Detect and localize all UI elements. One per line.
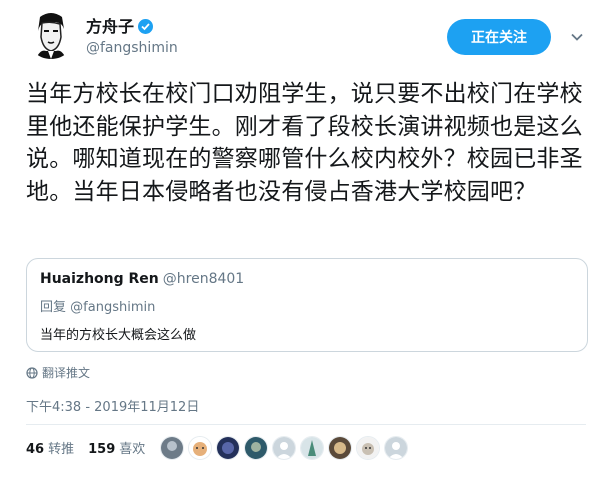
author-handle[interactable]: @fangshimin bbox=[86, 40, 178, 56]
liker-avatar[interactable] bbox=[160, 436, 184, 460]
quoted-text: 当年的方校长大概会这么做 bbox=[40, 328, 197, 343]
translate-label[interactable]: 翻译推文 bbox=[42, 364, 90, 381]
reply-prefix: 回复 bbox=[40, 300, 67, 315]
following-button[interactable]: 正在关注 bbox=[447, 19, 551, 55]
retweets-count[interactable]: 46 bbox=[26, 442, 44, 457]
reply-mention: @fangshimin bbox=[70, 300, 156, 315]
quoted-author-handle: @hren8401 bbox=[162, 271, 245, 287]
divider bbox=[26, 424, 586, 425]
quoted-tweet[interactable]: Huaizhong Ren @hren8401 回复 @fangshimin 当年… bbox=[26, 258, 588, 352]
likes-stat[interactable]: 159 喜欢 bbox=[88, 438, 145, 457]
liker-avatar[interactable] bbox=[272, 436, 296, 460]
likes-count[interactable]: 159 bbox=[88, 442, 115, 457]
liker-avatar[interactable] bbox=[328, 436, 352, 460]
quoted-reply-line: 回复 @fangshimin bbox=[40, 296, 155, 315]
quoted-author-name: Huaizhong Ren bbox=[40, 271, 159, 287]
author-avatar[interactable] bbox=[26, 9, 76, 59]
liker-avatar[interactable] bbox=[300, 436, 324, 460]
quoted-author: Huaizhong Ren @hren8401 bbox=[40, 271, 244, 287]
globe-icon bbox=[26, 366, 38, 379]
liker-avatar[interactable] bbox=[244, 436, 268, 460]
liker-avatar[interactable] bbox=[384, 436, 408, 460]
chevron-down-icon[interactable] bbox=[570, 30, 584, 44]
author-name[interactable]: 方舟子 bbox=[86, 13, 154, 37]
author-name-text[interactable]: 方舟子 bbox=[86, 17, 134, 36]
liker-avatar[interactable] bbox=[216, 436, 240, 460]
tweet-text: 当年方校长在校门口劝阻学生，说只要不出校门在学校里他还能保护学生。刚才看了段校长… bbox=[26, 81, 583, 205]
retweets-stat[interactable]: 46 转推 bbox=[26, 438, 74, 457]
verified-badge-icon bbox=[138, 19, 154, 34]
likers-avatars bbox=[160, 436, 408, 460]
likes-label[interactable]: 喜欢 bbox=[119, 442, 145, 457]
liker-avatar[interactable] bbox=[356, 436, 380, 460]
tweet-timestamp[interactable]: 下午4:38 - 2019年11月12日 bbox=[26, 396, 199, 415]
tweet-stats: 46 转推 159 喜欢 bbox=[26, 438, 159, 457]
translate-tweet-link[interactable]: 翻译推文 bbox=[26, 364, 90, 381]
liker-avatar[interactable] bbox=[188, 436, 212, 460]
retweets-label[interactable]: 转推 bbox=[48, 442, 74, 457]
